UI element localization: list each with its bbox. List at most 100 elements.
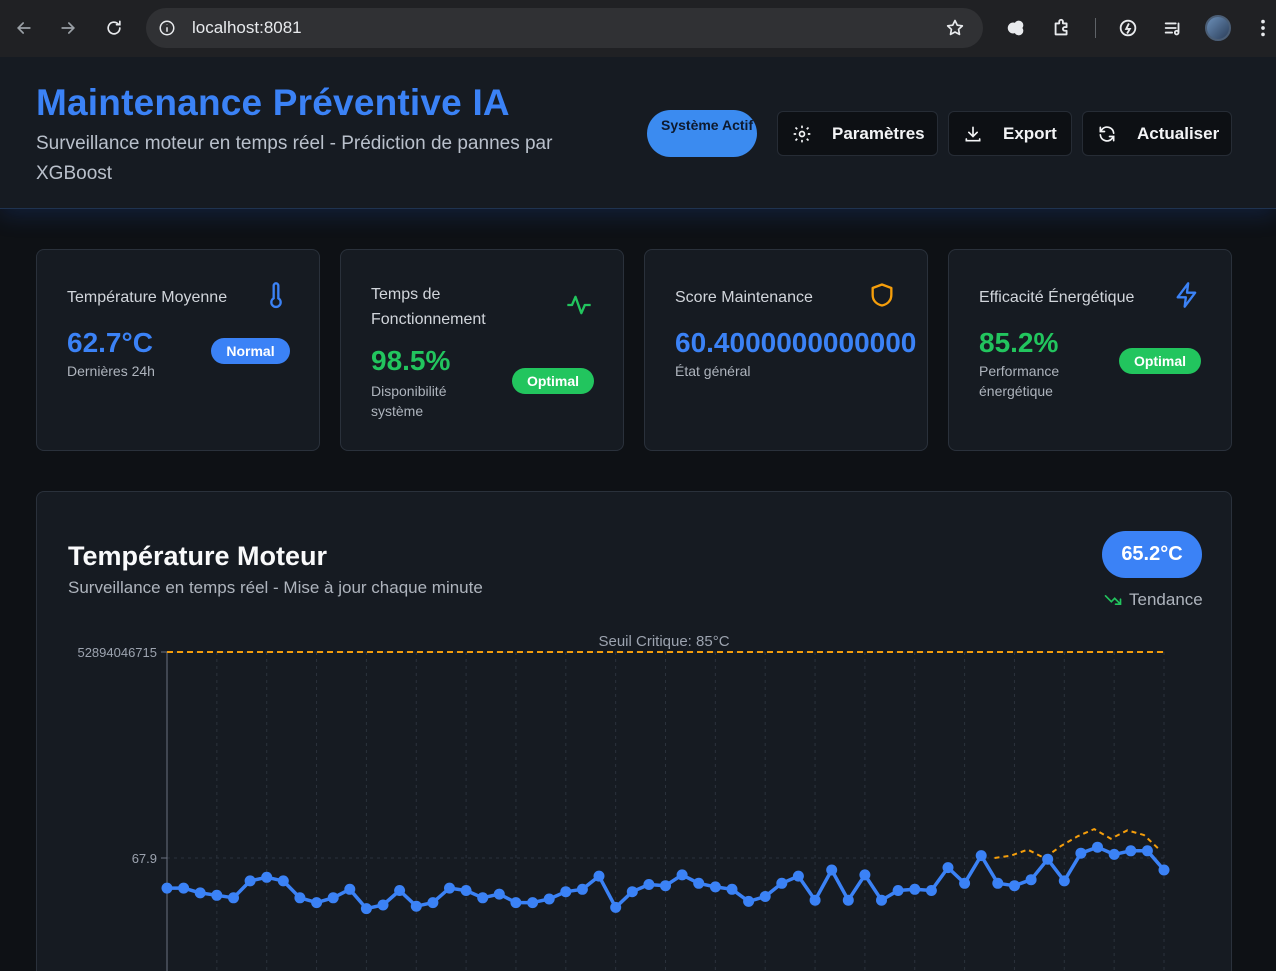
data-point [626,886,638,898]
data-point [194,887,206,899]
gear-icon [793,125,811,142]
data-point [610,901,622,913]
data-point [277,875,289,887]
settings-button[interactable]: Paramètres [777,111,938,156]
data-point [444,882,455,894]
status-badge: Optimal [512,368,594,394]
extensions-button[interactable] [1050,14,1074,42]
arrow-left-icon [16,22,31,34]
data-point [1125,845,1137,857]
kpi-sub: Disponibilité système [371,383,447,419]
app-header: Maintenance Préventive IA Surveillance m… [0,57,1276,209]
toolbar-divider [1095,18,1096,38]
data-point [726,883,738,895]
refresh-button-label: Actualiser [1137,123,1220,143]
status-badge: Normal [211,338,290,364]
trend-indicator: Tendance [1103,590,1203,610]
data-point [576,883,588,895]
bookmark-star-icon[interactable] [945,18,965,38]
reload-icon [107,20,121,35]
shield-icon [871,283,893,307]
data-point [942,862,954,874]
kpi-card-temperature: Température Moyenne 62.7°C Dernières 24h… [36,249,320,451]
kpi-label: Température Moyenne [67,289,228,306]
data-point [693,877,705,889]
info-icon[interactable] [158,19,176,37]
data-point [676,869,688,881]
kpi-card-uptime: Temps de Fonctionnement 98.5% Disponibil… [340,249,624,451]
data-point [327,892,339,904]
data-point [1075,847,1087,859]
data-point [211,889,223,901]
data-point [709,881,721,893]
data-point [842,894,854,906]
speed-icon [1119,19,1137,37]
data-point [1025,874,1037,886]
data-point [959,877,971,889]
data-point [593,870,605,882]
export-button-label: Export [1003,123,1057,143]
address-bar[interactable]: localhost:8081 [146,8,983,48]
data-point [311,897,323,909]
back-button[interactable] [2,8,46,48]
data-point [1009,880,1020,892]
thermometer-icon [270,282,282,309]
data-point [510,897,522,909]
data-point [228,892,239,904]
data-point [776,877,788,889]
data-point [975,850,987,862]
app-root: Maintenance Préventive IA Surveillance m… [0,57,1276,971]
y-tick-label: 67.9 [132,851,157,866]
system-status-badge: Système Actif [647,110,757,157]
kpi-label: Efficacité Énergétique [979,289,1135,306]
data-point [1058,875,1070,887]
data-point [759,891,771,902]
url-text[interactable]: localhost:8081 [192,18,302,38]
data-point [360,903,372,915]
data-point [410,900,422,912]
extension-performance[interactable] [1116,14,1140,42]
trend-label: Tendance [1129,590,1203,609]
arrow-right-icon [61,22,76,34]
kpi-value: 60.4000000000000 [675,327,917,358]
status-badge: Optimal [1119,348,1201,374]
data-point [493,888,505,900]
reload-button[interactable] [92,8,136,48]
data-point [643,879,655,890]
data-point [909,883,921,895]
panel-subtitle: Surveillance en temps réel - Mise à jour… [68,578,483,597]
data-point [261,871,273,883]
temperature-chart: 52894046715 67.9 Seuil Critique: 85°C [77,633,1170,971]
media-control-button[interactable] [1161,14,1185,42]
data-point [876,894,887,906]
data-point [560,886,572,898]
data-point [344,883,356,895]
y-tick-label: 52894046715 [77,645,157,660]
data-point [460,885,472,896]
trending-down-icon [1104,595,1122,605]
extension-cookie[interactable] [1004,14,1028,42]
refresh-icon [1099,125,1115,142]
temperature-panel: Température Moteur Surveillance en temps… [36,491,1232,971]
forward-button[interactable] [46,8,90,48]
cookie-icon [1007,20,1024,36]
export-button[interactable]: Export [948,111,1072,156]
data-point [178,882,190,894]
browser-toolbar: localhost:8081 [0,0,1276,57]
refresh-button[interactable]: Actualiser [1082,111,1232,156]
kpi-sub: Dernières 24h [67,363,155,379]
threshold-label: Seuil Critique: 85°C [598,633,729,650]
browser-menu-button[interactable] [1251,14,1275,42]
data-point [1141,845,1153,857]
data-point [792,870,804,882]
profile-avatar[interactable] [1205,15,1231,41]
kpi-value: 85.2% [979,327,1059,358]
kpi-label: Temps de Fonctionnement [371,286,486,328]
data-point [892,885,904,896]
playlist-icon [1164,22,1180,36]
zap-icon [1176,282,1197,308]
data-point [244,875,256,887]
page-title: Maintenance Préventive IA [36,82,510,123]
activity-icon [567,295,591,315]
data-point [377,899,389,911]
